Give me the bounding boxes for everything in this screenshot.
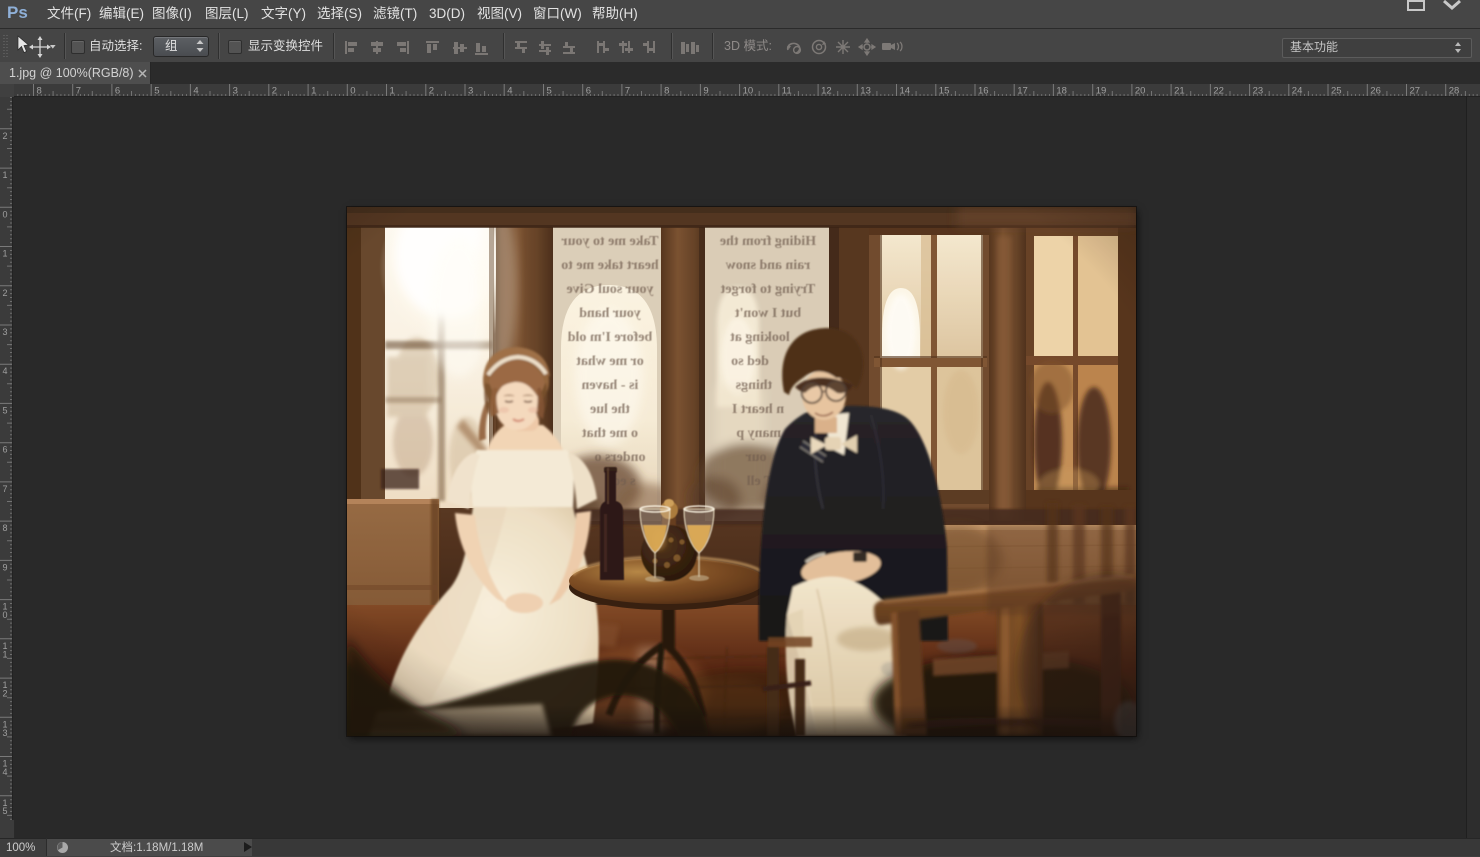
svg-text:20: 20: [1135, 86, 1146, 97]
svg-text:21: 21: [1174, 86, 1185, 97]
svg-text:23: 23: [1253, 86, 1264, 97]
svg-text:2: 2: [3, 131, 8, 141]
svg-text:15: 15: [939, 86, 950, 97]
svg-text:0: 0: [350, 86, 355, 97]
svg-text:19: 19: [1096, 86, 1107, 97]
svg-text:2: 2: [3, 689, 8, 699]
svg-text:8: 8: [37, 86, 42, 97]
svg-text:6: 6: [3, 445, 8, 455]
svg-text:5: 5: [547, 86, 552, 97]
svg-text:0: 0: [3, 209, 8, 219]
svg-text:6: 6: [586, 86, 591, 97]
svg-text:7: 7: [76, 86, 81, 97]
svg-text:5: 5: [154, 86, 159, 97]
svg-text:1: 1: [311, 86, 316, 97]
svg-text:26: 26: [1370, 86, 1381, 97]
svg-text:8: 8: [3, 523, 8, 533]
svg-text:17: 17: [1017, 86, 1028, 97]
svg-text:Ps: Ps: [7, 3, 28, 22]
svg-text:9: 9: [3, 562, 8, 572]
svg-text:2: 2: [272, 86, 277, 97]
svg-text:3: 3: [468, 86, 473, 97]
svg-text:7: 7: [625, 86, 630, 97]
svg-text:4: 4: [507, 86, 512, 97]
svg-text:0: 0: [3, 610, 8, 620]
svg-text:4: 4: [193, 86, 198, 97]
svg-text:24: 24: [1292, 86, 1303, 97]
svg-text:1: 1: [3, 249, 8, 259]
svg-text:3: 3: [233, 86, 238, 97]
svg-text:8: 8: [664, 86, 669, 97]
svg-text:3: 3: [3, 327, 8, 337]
svg-text:3: 3: [3, 728, 8, 738]
svg-text:10: 10: [743, 86, 754, 97]
svg-text:27: 27: [1410, 86, 1421, 97]
svg-text:1: 1: [390, 86, 395, 97]
svg-text:18: 18: [1056, 86, 1067, 97]
svg-text:13: 13: [860, 86, 871, 97]
svg-text:22: 22: [1213, 86, 1224, 97]
svg-text:4: 4: [3, 767, 8, 777]
svg-text:16: 16: [978, 86, 989, 97]
svg-text:1: 1: [3, 649, 8, 659]
svg-text:11: 11: [782, 86, 792, 97]
svg-text:5: 5: [3, 806, 8, 816]
svg-text:12: 12: [821, 86, 832, 97]
svg-text:28: 28: [1449, 86, 1460, 97]
svg-text:1: 1: [3, 170, 8, 180]
svg-text:5: 5: [3, 405, 8, 415]
svg-text:2: 2: [429, 86, 434, 97]
svg-text:2: 2: [3, 288, 8, 298]
svg-text:14: 14: [900, 86, 911, 97]
svg-text:7: 7: [3, 484, 8, 494]
svg-text:4: 4: [3, 366, 8, 376]
svg-text:9: 9: [703, 86, 708, 97]
svg-text:6: 6: [115, 86, 120, 97]
svg-text:25: 25: [1331, 86, 1342, 97]
